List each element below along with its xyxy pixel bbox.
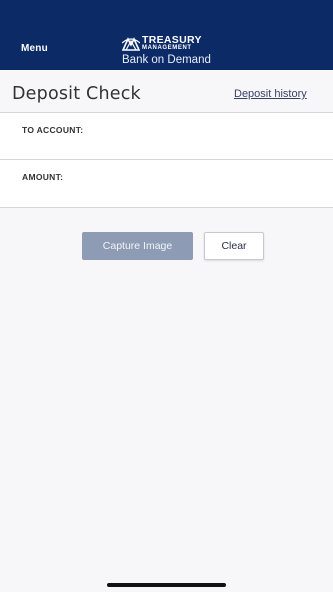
clear-button[interactable]: Clear [204,232,264,260]
treasury-logo-icon [122,37,140,51]
logo-text-treasury: TREASURY [142,34,202,46]
to-account-field[interactable]: TO ACCOUNT: [0,113,333,160]
to-account-input[interactable] [22,139,312,153]
amount-input[interactable] [22,186,312,200]
page-title: Deposit Check [12,84,141,104]
capture-image-button[interactable]: Capture Image [82,232,193,260]
app-header: Menu TREASURY MANAGEMENT Bank on Demand [0,0,333,70]
amount-field[interactable]: AMOUNT: [0,160,333,206]
menu-button[interactable]: Menu [21,43,48,54]
amount-label: AMOUNT: [22,172,64,182]
deposit-form: TO ACCOUNT: AMOUNT: [0,112,333,208]
home-indicator [107,583,226,587]
logo-subtitle: Bank on Demand [122,54,211,66]
to-account-label: TO ACCOUNT: [22,125,84,135]
bank-logo: TREASURY MANAGEMENT Bank on Demand [120,35,216,69]
logo-top: TREASURY MANAGEMENT [120,35,216,53]
logo-text-management: MANAGEMENT [142,45,192,51]
deposit-history-link[interactable]: Deposit history [234,88,307,100]
